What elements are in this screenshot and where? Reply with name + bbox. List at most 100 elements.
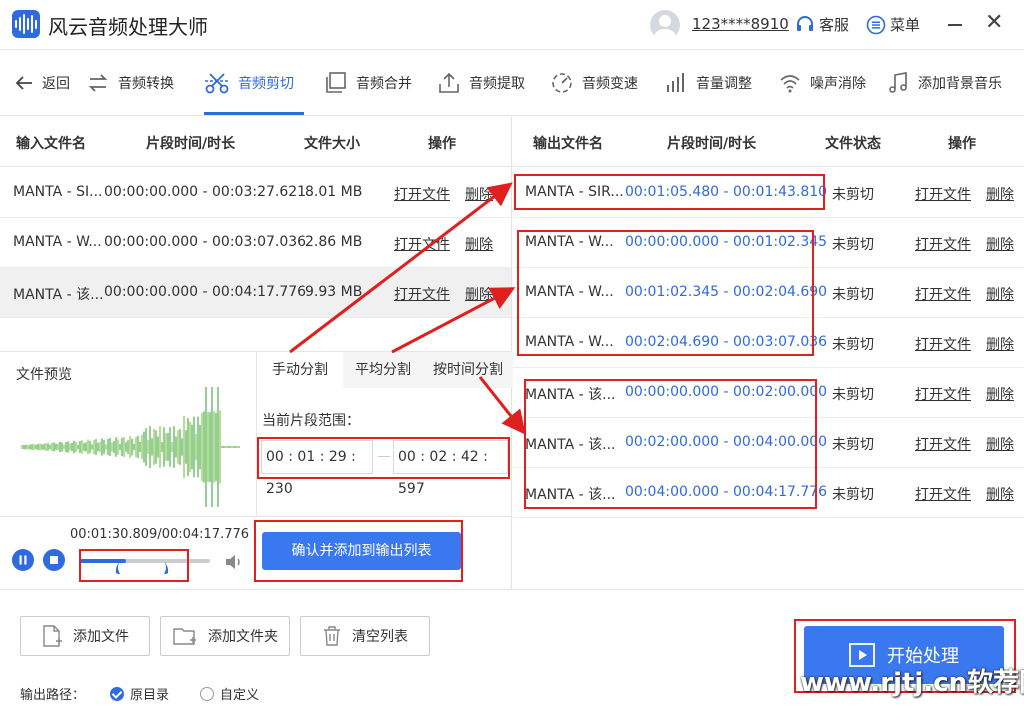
column-header: 文件状态 bbox=[825, 136, 881, 152]
delete-link[interactable]: 删除 bbox=[465, 184, 493, 204]
table-row[interactable]: MANTA - SI... 00:00:00.000 - 00:03:27.62… bbox=[0, 168, 511, 218]
trash-icon bbox=[324, 626, 340, 646]
open-file-link[interactable]: 打开文件 bbox=[394, 234, 450, 254]
app-logo-icon bbox=[12, 10, 40, 38]
input-table-header: 输入文件名 片段时间/时长 文件大小 操作 bbox=[0, 117, 511, 167]
tab-label: 音量调整 bbox=[696, 76, 752, 92]
open-file-link[interactable]: 打开文件 bbox=[915, 184, 971, 204]
speed-icon bbox=[552, 73, 572, 93]
annotation-box bbox=[524, 379, 817, 509]
file-size: 9.93 MB bbox=[305, 284, 363, 300]
delete-link[interactable]: 删除 bbox=[986, 484, 1014, 504]
stop-button[interactable] bbox=[43, 549, 65, 571]
scissors-icon bbox=[205, 73, 229, 94]
radio-original-dir[interactable]: 原目录 bbox=[110, 684, 169, 703]
radio-custom-dir[interactable]: 自定义 bbox=[200, 684, 259, 703]
file-name: MANTA - SI... bbox=[13, 184, 103, 200]
annotation-box bbox=[254, 520, 463, 582]
file-status: 未剪切 bbox=[832, 337, 874, 353]
delete-link[interactable]: 删除 bbox=[986, 284, 1014, 304]
annotation-box bbox=[79, 549, 189, 582]
playback-time: 00:01:30.809/00:04:17.776 bbox=[70, 527, 250, 542]
tab-add-bgm[interactable]: 添加背景音乐 bbox=[886, 51, 1002, 115]
delete-link[interactable]: 删除 bbox=[986, 234, 1014, 254]
delete-link[interactable]: 删除 bbox=[986, 434, 1014, 454]
tab-time-split[interactable]: 按时间分割 bbox=[423, 352, 513, 388]
delete-link[interactable]: 删除 bbox=[986, 334, 1014, 354]
open-file-link[interactable]: 打开文件 bbox=[915, 284, 971, 304]
delete-link[interactable]: 删除 bbox=[465, 234, 493, 254]
column-header: 输出文件名 bbox=[533, 136, 603, 152]
open-file-link[interactable]: 打开文件 bbox=[915, 434, 971, 454]
pause-button[interactable] bbox=[12, 549, 34, 571]
open-file-link[interactable]: 打开文件 bbox=[915, 334, 971, 354]
open-file-link[interactable]: 打开文件 bbox=[915, 484, 971, 504]
file-status: 未剪切 bbox=[832, 287, 874, 303]
table-row[interactable]: MANTA - 该... 00:00:00.000 - 00:04:17.776… bbox=[0, 268, 511, 318]
add-folder-label: 添加文件夹 bbox=[208, 629, 278, 645]
volume-icon[interactable] bbox=[224, 552, 244, 572]
tab-average-split[interactable]: 平均分割 bbox=[343, 352, 423, 388]
clear-list-button[interactable]: 清空列表 bbox=[300, 616, 430, 656]
tab-label: 音频转换 bbox=[118, 76, 174, 92]
tab-label: 音频提取 bbox=[469, 76, 525, 92]
menu-label: 菜单 bbox=[890, 16, 921, 34]
open-file-link[interactable]: 打开文件 bbox=[394, 184, 450, 204]
tab-audio-extract[interactable]: 音频提取 bbox=[437, 51, 525, 115]
annotation-box bbox=[514, 174, 825, 210]
file-status: 未剪切 bbox=[832, 187, 874, 203]
stop-icon bbox=[50, 556, 58, 564]
table-row[interactable]: MANTA - W... 00:00:00.000 - 00:03:07.036… bbox=[0, 218, 511, 268]
close-button[interactable]: ✕ bbox=[985, 12, 1003, 34]
column-header: 文件大小 bbox=[304, 136, 360, 152]
open-file-link[interactable]: 打开文件 bbox=[915, 384, 971, 404]
output-table-header: 输出文件名 片段时间/时长 文件状态 操作 bbox=[513, 117, 1024, 167]
customer-service-button[interactable]: 客服 bbox=[795, 14, 849, 35]
open-file-link[interactable]: 打开文件 bbox=[394, 284, 450, 304]
segment-range: 00:00:00.000 - 00:03:07.036 bbox=[104, 234, 307, 250]
divider bbox=[0, 516, 512, 517]
back-button[interactable]: 返回 bbox=[14, 51, 70, 115]
output-path-label: 输出路径： bbox=[20, 688, 86, 703]
avatar[interactable] bbox=[650, 10, 680, 40]
user-phone-link[interactable]: 123****8910 bbox=[692, 15, 789, 33]
tab-audio-merge[interactable]: 音频合并 bbox=[324, 51, 412, 115]
tab-label: 噪声消除 bbox=[810, 76, 866, 92]
tab-audio-convert[interactable]: 音频转换 bbox=[86, 51, 174, 115]
delete-link[interactable]: 删除 bbox=[465, 284, 493, 304]
column-header: 片段时间/时长 bbox=[667, 136, 757, 152]
radio-checked-icon bbox=[110, 686, 124, 701]
file-name: MANTA - W... bbox=[13, 234, 102, 250]
add-folder-button[interactable]: 添加文件夹 bbox=[160, 616, 290, 656]
add-folder-icon bbox=[173, 628, 196, 645]
noise-icon bbox=[780, 75, 800, 93]
tab-audio-cut[interactable]: 音频剪切 bbox=[204, 51, 304, 115]
back-label: 返回 bbox=[42, 76, 70, 92]
tab-label: 音频剪切 bbox=[238, 76, 294, 92]
add-file-button[interactable]: 添加文件 bbox=[20, 616, 150, 656]
tab-noise-removal[interactable]: 噪声消除 bbox=[778, 51, 866, 115]
tab-manual-split[interactable]: 手动分割 bbox=[257, 352, 343, 388]
service-label: 客服 bbox=[819, 16, 850, 34]
column-header: 输入文件名 bbox=[16, 136, 86, 152]
pause-icon bbox=[19, 555, 27, 565]
file-status: 未剪切 bbox=[832, 437, 874, 453]
waveform bbox=[21, 387, 240, 507]
watermark: www.rjtj.cn软荐网 bbox=[800, 668, 1024, 698]
delete-link[interactable]: 删除 bbox=[986, 184, 1014, 204]
current-range-label: 当前片段范围： bbox=[262, 413, 360, 429]
tab-audio-speed[interactable]: 音频变速 bbox=[550, 51, 638, 115]
extract-icon bbox=[439, 72, 459, 93]
split-mode-tabs: 手动分割 平均分割 按时间分割 bbox=[256, 351, 513, 388]
title-bar: 风云音频处理大师 123****8910 客服 菜单 ✕ bbox=[0, 0, 1024, 50]
tab-volume-adjust[interactable]: 音量调整 bbox=[664, 51, 752, 115]
merge-icon bbox=[326, 72, 346, 93]
convert-icon bbox=[88, 74, 108, 92]
tab-label: 音频合并 bbox=[356, 76, 412, 92]
minimize-button[interactable] bbox=[948, 24, 962, 26]
file-status: 未剪切 bbox=[832, 387, 874, 403]
menu-button[interactable]: 菜单 bbox=[866, 14, 920, 35]
tab-label: 音频变速 bbox=[582, 76, 638, 92]
delete-link[interactable]: 删除 bbox=[986, 384, 1014, 404]
open-file-link[interactable]: 打开文件 bbox=[915, 234, 971, 254]
